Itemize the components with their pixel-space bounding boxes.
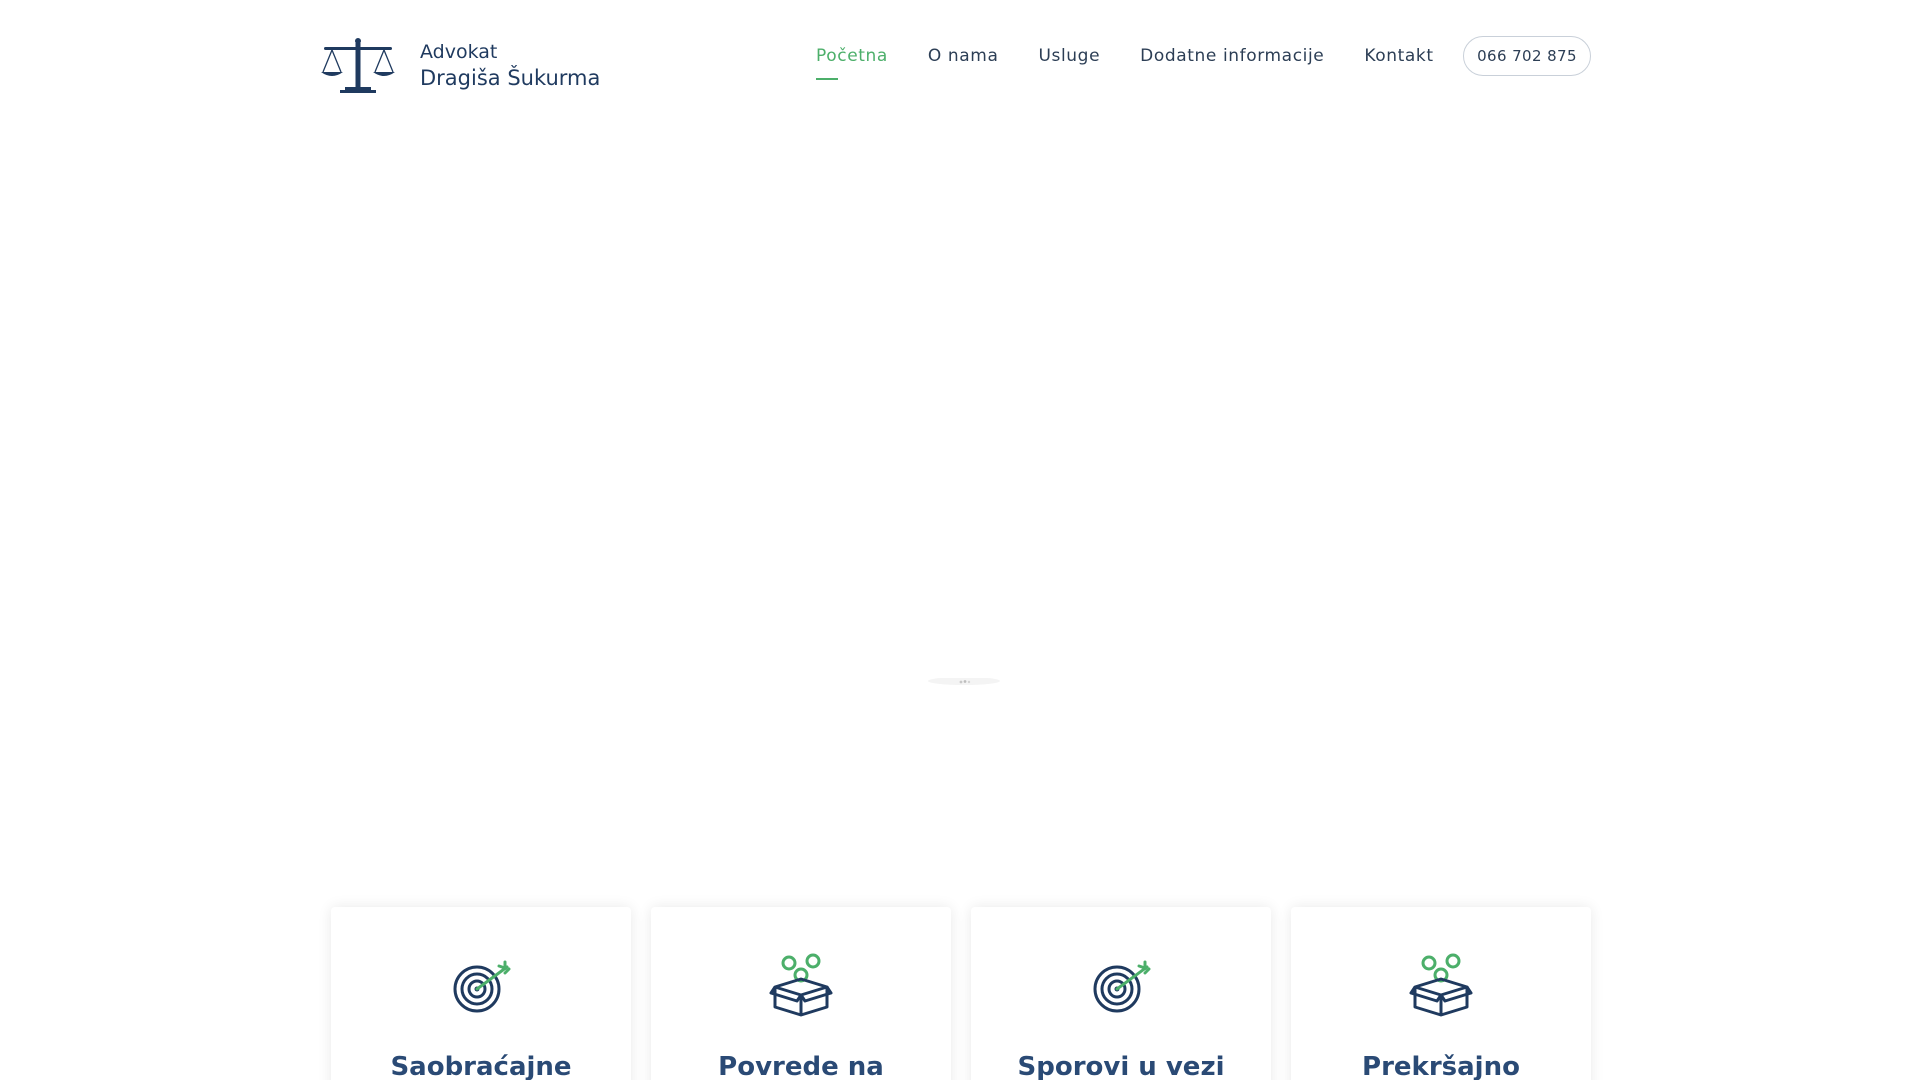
services-cards: Saobraćajne Povrede na Sporovi u vezi Pr… — [331, 907, 1591, 1080]
nav-item-kontakt[interactable]: Kontakt — [1364, 46, 1433, 66]
brand-logo-link[interactable]: Advokat Dragiša Šukurma — [320, 38, 600, 94]
hero-section — [0, 112, 1920, 902]
loading-spinner-icon — [928, 678, 1000, 685]
service-title: Povrede na — [718, 1052, 884, 1080]
target-arrow-icon — [1093, 960, 1151, 1013]
nav-item-dodatne-informacije[interactable]: Dodatne informacije — [1140, 46, 1324, 66]
service-title: Sporovi u vezi — [1017, 1052, 1225, 1080]
scales-of-justice-icon — [321, 38, 395, 93]
open-box-icon — [769, 953, 833, 1017]
page: Advokat Dragiša Šukurma Početna O nama U… — [0, 0, 1920, 1080]
site-header: Advokat Dragiša Šukurma Početna O nama U… — [0, 0, 1920, 112]
nav-item-pocetna[interactable]: Početna — [816, 46, 888, 80]
service-card[interactable]: Prekršajno — [1291, 907, 1591, 1080]
brand-name-line1: Advokat — [420, 41, 498, 63]
open-box-icon — [1409, 953, 1473, 1017]
brand-name: Advokat Dragiša Šukurma — [420, 40, 600, 92]
service-title: Prekršajno — [1362, 1052, 1520, 1080]
service-title: Saobraćajne — [390, 1052, 572, 1080]
service-card[interactable]: Sporovi u vezi — [971, 907, 1271, 1080]
nav-item-o-nama[interactable]: O nama — [928, 46, 999, 66]
nav-item-usluge[interactable]: Usluge — [1038, 46, 1100, 66]
brand-name-line2: Dragiša Šukurma — [420, 65, 601, 90]
main-navigation: Početna O nama Usluge Dodatne informacij… — [816, 36, 1474, 80]
service-card[interactable]: Povrede na — [651, 907, 951, 1080]
phone-button[interactable]: 066 702 875 — [1463, 36, 1591, 76]
target-arrow-icon — [453, 960, 511, 1013]
service-card[interactable]: Saobraćajne — [331, 907, 631, 1080]
